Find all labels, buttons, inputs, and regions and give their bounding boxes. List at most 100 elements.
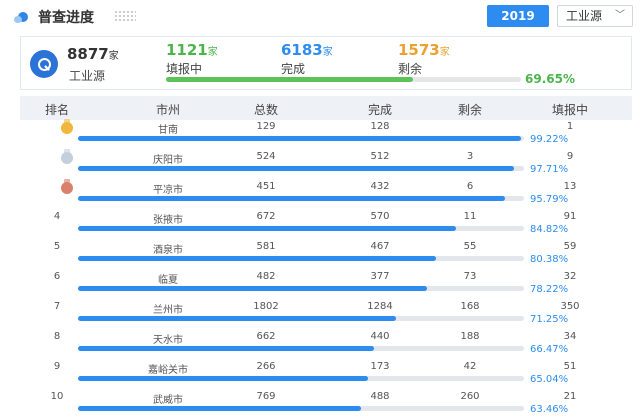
filling-cell: 32	[563, 271, 577, 282]
rank-cell: 7	[53, 301, 61, 312]
row-progress-bar	[78, 316, 524, 321]
dots-decoration	[114, 10, 136, 22]
rank-cell: 10	[50, 391, 64, 402]
header-bar: 普查进度 2019 工业源 ﹀	[0, 0, 643, 32]
search-icon	[30, 50, 58, 78]
table-row: 6 临夏 482 377 73 32 78.22%	[20, 270, 632, 300]
city-cell: 酒泉市	[153, 245, 183, 256]
row-progress-percent: 80.38%	[530, 254, 569, 265]
row-progress-percent: 66.47%	[530, 344, 569, 355]
row-progress-percent: 63.46%	[530, 404, 569, 415]
overall-progress-percent: 69.65%	[525, 72, 575, 86]
header-remaining: 剩余	[457, 103, 482, 117]
row-progress-percent: 95.79%	[530, 194, 569, 205]
city-cell: 兰州市	[153, 305, 183, 316]
filling-cell: 9	[566, 151, 574, 162]
table-row: 8 天水市 662 440 188 34 66.47%	[20, 330, 632, 360]
total-cell: 266	[256, 361, 276, 372]
table-row: 9 嘉峪关市 266 173 42 51 65.04%	[20, 360, 632, 390]
table-row: 庆阳市 524 512 3 9 97.71%	[20, 149, 632, 180]
city-cell: 嘉峪关市	[148, 365, 188, 376]
row-progress-percent: 84.82%	[530, 224, 569, 235]
row-progress-percent: 99.22%	[530, 134, 569, 145]
done-cell: 377	[370, 271, 390, 282]
row-progress-fill	[78, 196, 506, 201]
row-progress-bar	[78, 406, 524, 411]
row-progress-bar	[78, 256, 524, 261]
overall-progress-fill	[166, 77, 414, 82]
total-label: 工业源	[69, 69, 106, 83]
total-cell: 769	[256, 391, 276, 402]
done-cell: 432	[370, 181, 390, 192]
city-cell: 甘南	[158, 125, 178, 136]
remaining-cell: 11	[463, 211, 477, 222]
table-row: 甘南 129 128 1 99.22%	[20, 119, 632, 150]
filling-cell: 51	[563, 361, 577, 372]
total-cell: 1802	[253, 301, 279, 312]
gold-medal-icon	[61, 119, 73, 134]
row-progress-bar	[78, 226, 524, 231]
header-done: 完成	[367, 103, 392, 117]
table-row: 10 武威市 769 488 260 21 63.46%	[20, 390, 632, 418]
source-type-select[interactable]: 工业源 ﹀	[557, 5, 633, 27]
row-progress-percent: 65.04%	[530, 374, 569, 385]
row-progress-percent: 97.71%	[530, 164, 569, 175]
rank-cell: 8	[53, 331, 61, 342]
row-progress-fill	[78, 226, 457, 231]
total-cell: 451	[256, 181, 276, 192]
row-progress-bar	[78, 376, 524, 381]
done-cell: 467	[370, 241, 390, 252]
done-cell: 570	[370, 211, 390, 222]
rank-cell: 6	[53, 271, 61, 282]
done-cell: 1284	[367, 301, 393, 312]
source-type-value: 工业源	[566, 9, 603, 23]
bronze-medal-icon	[61, 179, 73, 194]
total-count: 8877家	[67, 45, 119, 63]
header-total: 总数	[253, 103, 278, 117]
row-progress-percent: 78.22%	[530, 284, 569, 295]
overall-progress-bar	[166, 77, 521, 82]
city-cell: 天水市	[153, 335, 183, 346]
total-cell: 672	[256, 211, 276, 222]
row-progress-bar	[78, 166, 524, 171]
city-cell: 平凉市	[153, 185, 183, 196]
row-progress-bar	[78, 196, 524, 201]
table-row: 4 张掖市 672 570 11 91 84.82%	[20, 210, 632, 240]
stat-completed: 6183家 完成	[281, 41, 333, 76]
total-cell: 482	[256, 271, 276, 282]
row-progress-fill	[78, 166, 514, 171]
done-cell: 512	[370, 151, 390, 162]
filling-cell: 1	[566, 121, 574, 132]
progress-icon	[14, 10, 32, 24]
city-cell: 武威市	[153, 395, 183, 406]
stat-remaining: 1573家 剩余	[398, 41, 450, 76]
done-cell: 173	[370, 361, 390, 372]
row-progress-bar	[78, 286, 524, 291]
remaining-cell: 188	[460, 331, 480, 342]
done-cell: 128	[370, 121, 390, 132]
ranking-table: 排名 市州 总数 完成 剩余 填报中 甘南 129 128 1 99.22% 庆阳市 524…	[20, 96, 632, 418]
remaining-cell: 42	[463, 361, 477, 372]
total-cell: 524	[256, 151, 276, 162]
rank-cell: 9	[53, 361, 61, 372]
rank-cell: 5	[53, 241, 61, 252]
table-header: 排名 市州 总数 完成 剩余 填报中	[20, 96, 632, 120]
row-progress-bar	[78, 346, 524, 351]
year-button[interactable]: 2019	[487, 5, 549, 27]
summary-card: 8877家 工业源 1121家 填报中 6183家 完成 1573家 剩余 69…	[20, 36, 632, 90]
header-filling: 填报中	[551, 103, 588, 117]
filling-cell: 34	[563, 331, 577, 342]
remaining-cell: 3	[466, 151, 474, 162]
silver-medal-icon	[61, 149, 73, 164]
rank-cell: 4	[53, 211, 61, 222]
city-cell: 张掖市	[153, 215, 183, 226]
table-row: 平凉市 451 432 6 13 95.79%	[20, 179, 632, 210]
total-cell: 662	[256, 331, 276, 342]
stat-filling: 1121家 填报中	[166, 41, 218, 76]
row-progress-fill	[78, 406, 362, 411]
row-progress-bar	[78, 136, 524, 141]
done-cell: 488	[370, 391, 390, 402]
filling-cell: 91	[563, 211, 577, 222]
header-city: 市州	[155, 103, 180, 117]
chevron-down-icon: ﹀	[615, 10, 625, 21]
